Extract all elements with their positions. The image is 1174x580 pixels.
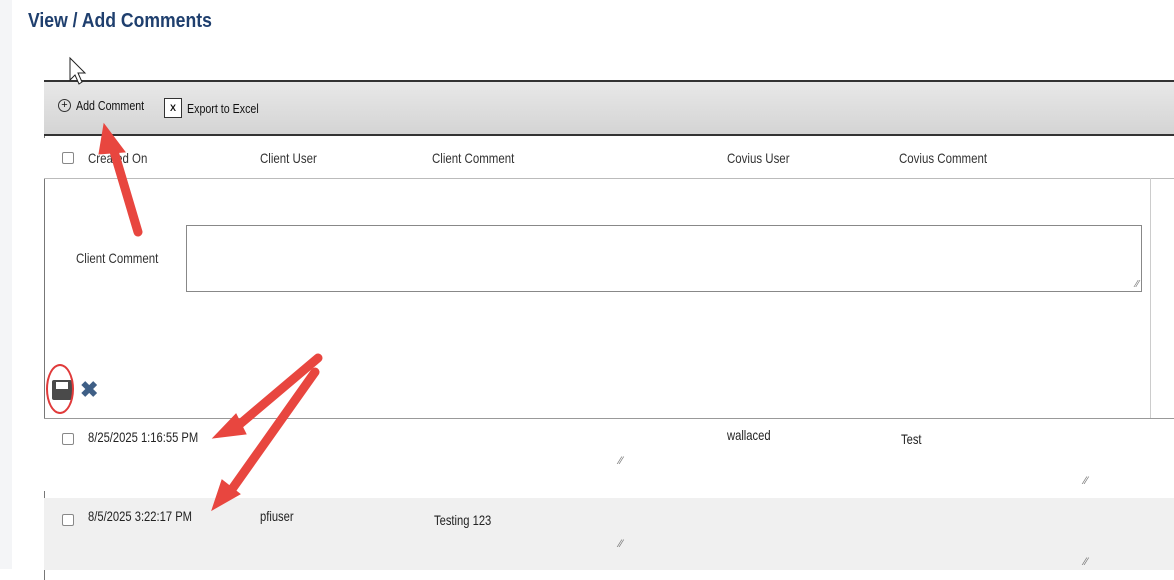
resize-grip-icon: ⁄⁄ [1084,556,1088,568]
column-header-client-comment[interactable]: Client Comment [432,150,514,166]
cell-created-on: 8/5/2025 3:22:17 PM [88,508,192,524]
column-header-covius-comment[interactable]: Covius Comment [899,150,987,166]
column-header-covius-user[interactable]: Covius User [727,150,790,166]
page-title: View / Add Comments [28,10,212,32]
resize-grip-icon: ⁄⁄ [619,455,623,467]
row-checkbox[interactable] [62,433,74,445]
row-checkbox[interactable] [62,514,74,526]
client-comment-textarea[interactable]: ⁄⁄ [186,225,1142,292]
annotation-circle [46,364,74,414]
excel-icon: X [164,98,182,118]
grid-header-row: Created On Client User Client Comment Co… [44,138,1174,179]
add-comment-button[interactable]: + Add Comment [58,98,159,113]
add-comment-label: Add Comment [76,98,145,113]
select-all-checkbox[interactable] [62,152,74,164]
plus-circle-icon: + [58,99,71,112]
grid-toolbar: + Add Comment X Export to Excel [44,80,1174,136]
column-header-created-on[interactable]: Created On [88,150,147,166]
cell-covius-user: wallaced [727,427,771,443]
table-row[interactable]: 8/25/2025 1:16:55 PM ⁄⁄ wallaced Test ⁄⁄ [44,419,1174,491]
cell-covius-comment: Test [901,431,922,447]
x-icon[interactable]: ✖ [80,379,98,401]
resize-grip-icon: ⁄⁄ [619,538,623,550]
resize-grip-icon[interactable]: ⁄⁄ [1136,279,1139,290]
comment-editor-panel [44,178,1151,418]
cell-created-on: 8/25/2025 1:16:55 PM [88,429,199,445]
cell-client-user: pfiuser [260,508,294,524]
table-row[interactable]: 8/5/2025 3:22:17 PM pfiuser Testing 123 … [44,498,1174,570]
page-background-edge [0,0,12,569]
resize-grip-icon: ⁄⁄ [1084,475,1088,487]
client-comment-label: Client Comment [76,250,159,266]
export-to-excel-button[interactable]: X Export to Excel [164,98,274,118]
column-header-client-user[interactable]: Client User [260,150,317,166]
cell-client-comment: Testing 123 [434,512,492,528]
export-to-excel-label: Export to Excel [187,100,259,116]
